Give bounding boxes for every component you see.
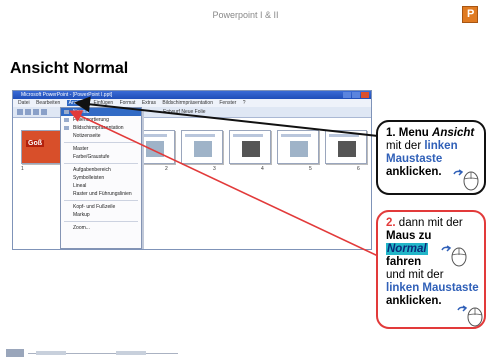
callout-text: fahren: [386, 256, 422, 268]
callout-text: mit der: [386, 140, 422, 152]
callout-text: linken Maustaste: [386, 282, 479, 294]
callout-text: Menu: [398, 127, 429, 139]
callout-text: anklicken.: [386, 166, 442, 178]
footer-strip: [6, 349, 186, 357]
footer-logo-icon: [6, 349, 24, 357]
arrow-to-normal-item: [69, 110, 379, 257]
arrow-to-ansicht-menu: [74, 96, 379, 137]
callout-text: und mit der: [386, 269, 444, 281]
callout-text: anklicken.: [386, 295, 442, 307]
callout-step-1: 1. Menu Ansicht mit der linken Maustaste…: [376, 120, 486, 195]
mouse-icon: [441, 245, 467, 267]
callout-text: linken: [424, 140, 458, 152]
callout-text: Maustaste: [386, 153, 443, 165]
mouse-icon: [457, 305, 483, 327]
callout-text: Ansicht: [432, 127, 475, 139]
step-number: 2.: [386, 217, 396, 229]
mouse-icon: [453, 169, 479, 191]
callout-text: dann mit der: [398, 217, 463, 229]
callout-text: Maus zu: [386, 230, 432, 242]
callout-text: Normal: [386, 243, 428, 255]
step-number: 1.: [386, 127, 396, 139]
callout-step-2: 2. dann mit der Maus zu Normal fahren un…: [376, 210, 486, 329]
